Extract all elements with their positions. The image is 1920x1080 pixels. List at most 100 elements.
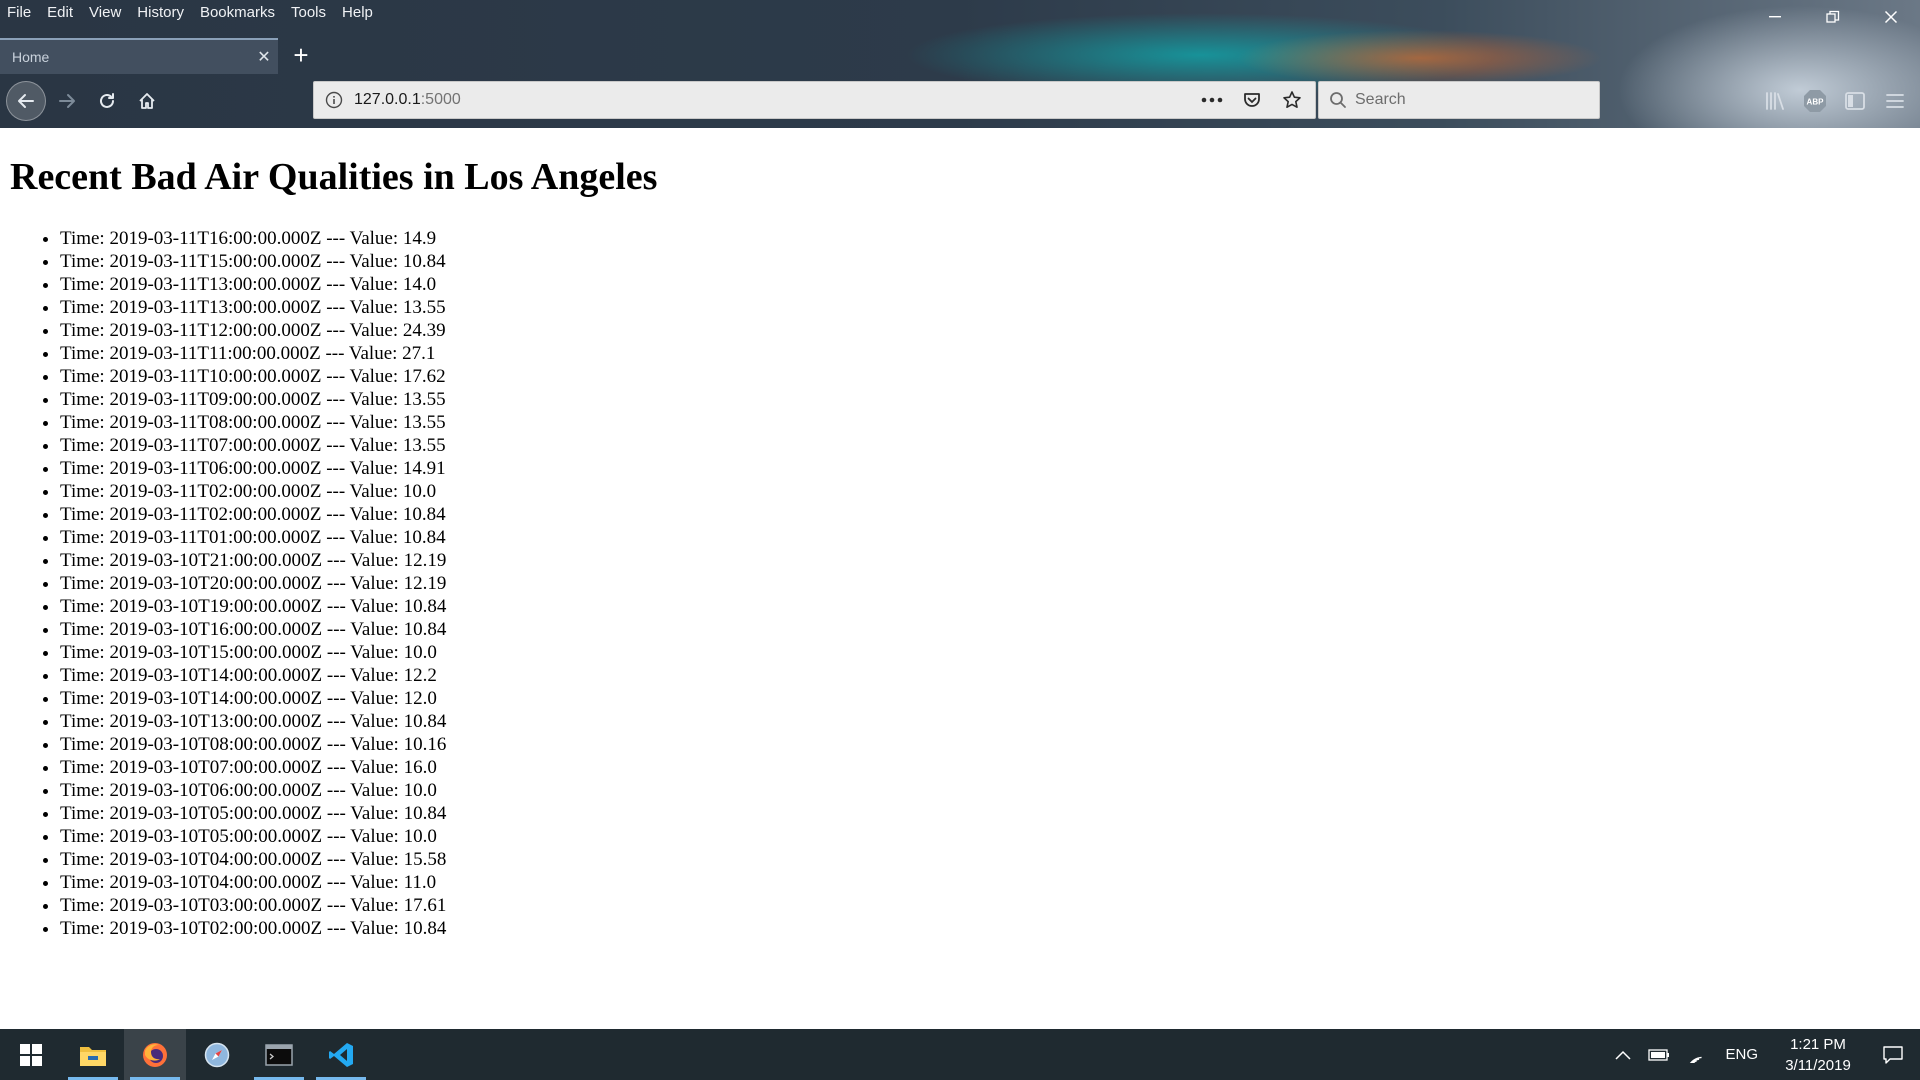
reading-time: 2019-03-10T15:00:00.000Z: [109, 642, 323, 663]
new-tab-button[interactable]: +: [286, 42, 316, 70]
value-label: Value:: [350, 711, 404, 732]
reading-time: 2019-03-11T13:00:00.000Z: [109, 297, 322, 318]
separator: ---: [322, 642, 351, 663]
forward-button[interactable]: [50, 84, 84, 118]
chevron-up-icon: [1615, 1050, 1632, 1060]
time-label: Time:: [60, 343, 110, 364]
value-label: Value:: [350, 849, 404, 870]
page-actions-button[interactable]: [1195, 85, 1229, 115]
close-window-button[interactable]: [1862, 0, 1920, 34]
windows-start-icon: [20, 1043, 42, 1066]
safari-button[interactable]: [186, 1029, 248, 1080]
reading-value: 14.0: [402, 274, 437, 295]
menu-bookmarks[interactable]: Bookmarks: [192, 0, 283, 26]
reading-value: 17.62: [402, 366, 446, 387]
action-center-button[interactable]: [1866, 1029, 1920, 1080]
value-label: Value:: [350, 573, 404, 594]
reload-button[interactable]: [90, 84, 124, 118]
library-button[interactable]: [1758, 84, 1792, 118]
reading-item: Time: 2019-03-10T05:00:00.000Z --- Value…: [60, 802, 446, 825]
separator: ---: [322, 872, 351, 893]
separator: ---: [321, 228, 350, 249]
terminal-button[interactable]: [248, 1029, 310, 1080]
separator: ---: [322, 757, 351, 778]
value-label: Value:: [350, 550, 404, 571]
reading-item: Time: 2019-03-11T06:00:00.000Z --- Value…: [60, 457, 446, 480]
minimize-button[interactable]: [1746, 0, 1804, 34]
value-label: Value:: [349, 527, 403, 548]
time-label: Time:: [60, 481, 110, 502]
reading-value: 11.0: [403, 872, 437, 893]
menu-edit[interactable]: Edit: [39, 0, 81, 26]
reading-value: 12.19: [403, 550, 447, 571]
pocket-button[interactable]: [1235, 85, 1269, 115]
tab-home[interactable]: Home ✕: [0, 38, 278, 74]
reading-item: Time: 2019-03-11T13:00:00.000Z --- Value…: [60, 273, 446, 296]
value-label: Value:: [350, 895, 404, 916]
reading-value: 10.0: [403, 642, 437, 663]
search-bar[interactable]: Search: [1318, 81, 1600, 119]
clock-date: 3/11/2019: [1785, 1056, 1851, 1074]
wifi-icon: [1688, 1056, 1703, 1063]
firefox-button[interactable]: [124, 1029, 186, 1080]
separator: ---: [320, 343, 349, 364]
tray-overflow-button[interactable]: [1605, 1029, 1641, 1080]
url-actions: [1195, 85, 1315, 115]
reading-value: 24.39: [402, 320, 446, 341]
language-indicator[interactable]: ENG: [1713, 1046, 1770, 1063]
menu-history[interactable]: History: [129, 0, 192, 26]
reading-value: 10.84: [403, 711, 447, 732]
value-label: Value:: [350, 803, 404, 824]
bookmark-star-button[interactable]: [1275, 85, 1309, 115]
reading-time: 2019-03-11T10:00:00.000Z: [109, 366, 322, 387]
reading-value: 10.84: [403, 619, 447, 640]
reading-value: 10.16: [403, 734, 447, 755]
battery-button[interactable]: [1641, 1029, 1677, 1080]
value-label: Value:: [349, 458, 403, 479]
browser-chrome: File Edit View History Bookmarks Tools H…: [0, 0, 1920, 128]
wifi-button[interactable]: [1677, 1029, 1713, 1080]
time-label: Time:: [60, 918, 110, 939]
reading-item: Time: 2019-03-10T16:00:00.000Z --- Value…: [60, 618, 446, 641]
home-icon: [139, 93, 155, 109]
sidebar-button[interactable]: [1838, 84, 1872, 118]
reading-value: 12.0: [403, 688, 437, 709]
separator: ---: [321, 274, 350, 295]
value-label: Value:: [350, 688, 404, 709]
value-label: Value:: [349, 228, 403, 249]
time-label: Time:: [60, 757, 110, 778]
menu-view[interactable]: View: [81, 0, 129, 26]
more-dots-icon: [1201, 97, 1223, 103]
reading-item: Time: 2019-03-10T04:00:00.000Z --- Value…: [60, 871, 446, 894]
site-info-icon[interactable]: [314, 91, 354, 109]
menu-help[interactable]: Help: [334, 0, 381, 26]
reading-time: 2019-03-10T03:00:00.000Z: [109, 895, 323, 916]
url-text[interactable]: 127.0.0.1:5000: [354, 91, 1195, 109]
separator: ---: [321, 435, 350, 456]
value-label: Value:: [350, 619, 404, 640]
value-label: Value:: [350, 872, 404, 893]
separator: ---: [322, 665, 351, 686]
back-button[interactable]: [6, 81, 46, 121]
vscode-button[interactable]: [310, 1029, 372, 1080]
restore-button[interactable]: [1804, 0, 1862, 34]
tab-close-icon[interactable]: ✕: [250, 47, 278, 67]
hamburger-menu-button[interactable]: [1878, 84, 1912, 118]
value-label: Value:: [350, 918, 404, 939]
menu-file[interactable]: File: [0, 0, 39, 26]
reading-value: 10.84: [403, 918, 447, 939]
menu-tools[interactable]: Tools: [283, 0, 334, 26]
value-label: Value:: [350, 757, 404, 778]
reading-time: 2019-03-10T02:00:00.000Z: [109, 918, 323, 939]
url-bar[interactable]: 127.0.0.1:5000: [313, 81, 1316, 119]
reading-item: Time: 2019-03-10T14:00:00.000Z --- Value…: [60, 687, 446, 710]
reading-item: Time: 2019-03-10T06:00:00.000Z --- Value…: [60, 779, 446, 802]
clock[interactable]: 1:21 PM 3/11/2019: [1770, 1034, 1866, 1076]
reading-value: 10.84: [402, 527, 446, 548]
time-label: Time:: [60, 596, 110, 617]
home-button[interactable]: [130, 84, 164, 118]
file-explorer-button[interactable]: [62, 1029, 124, 1080]
start-button[interactable]: [0, 1029, 62, 1080]
adblock-plus-button[interactable]: ABP: [1798, 84, 1832, 118]
terminal-icon: [265, 1043, 293, 1066]
